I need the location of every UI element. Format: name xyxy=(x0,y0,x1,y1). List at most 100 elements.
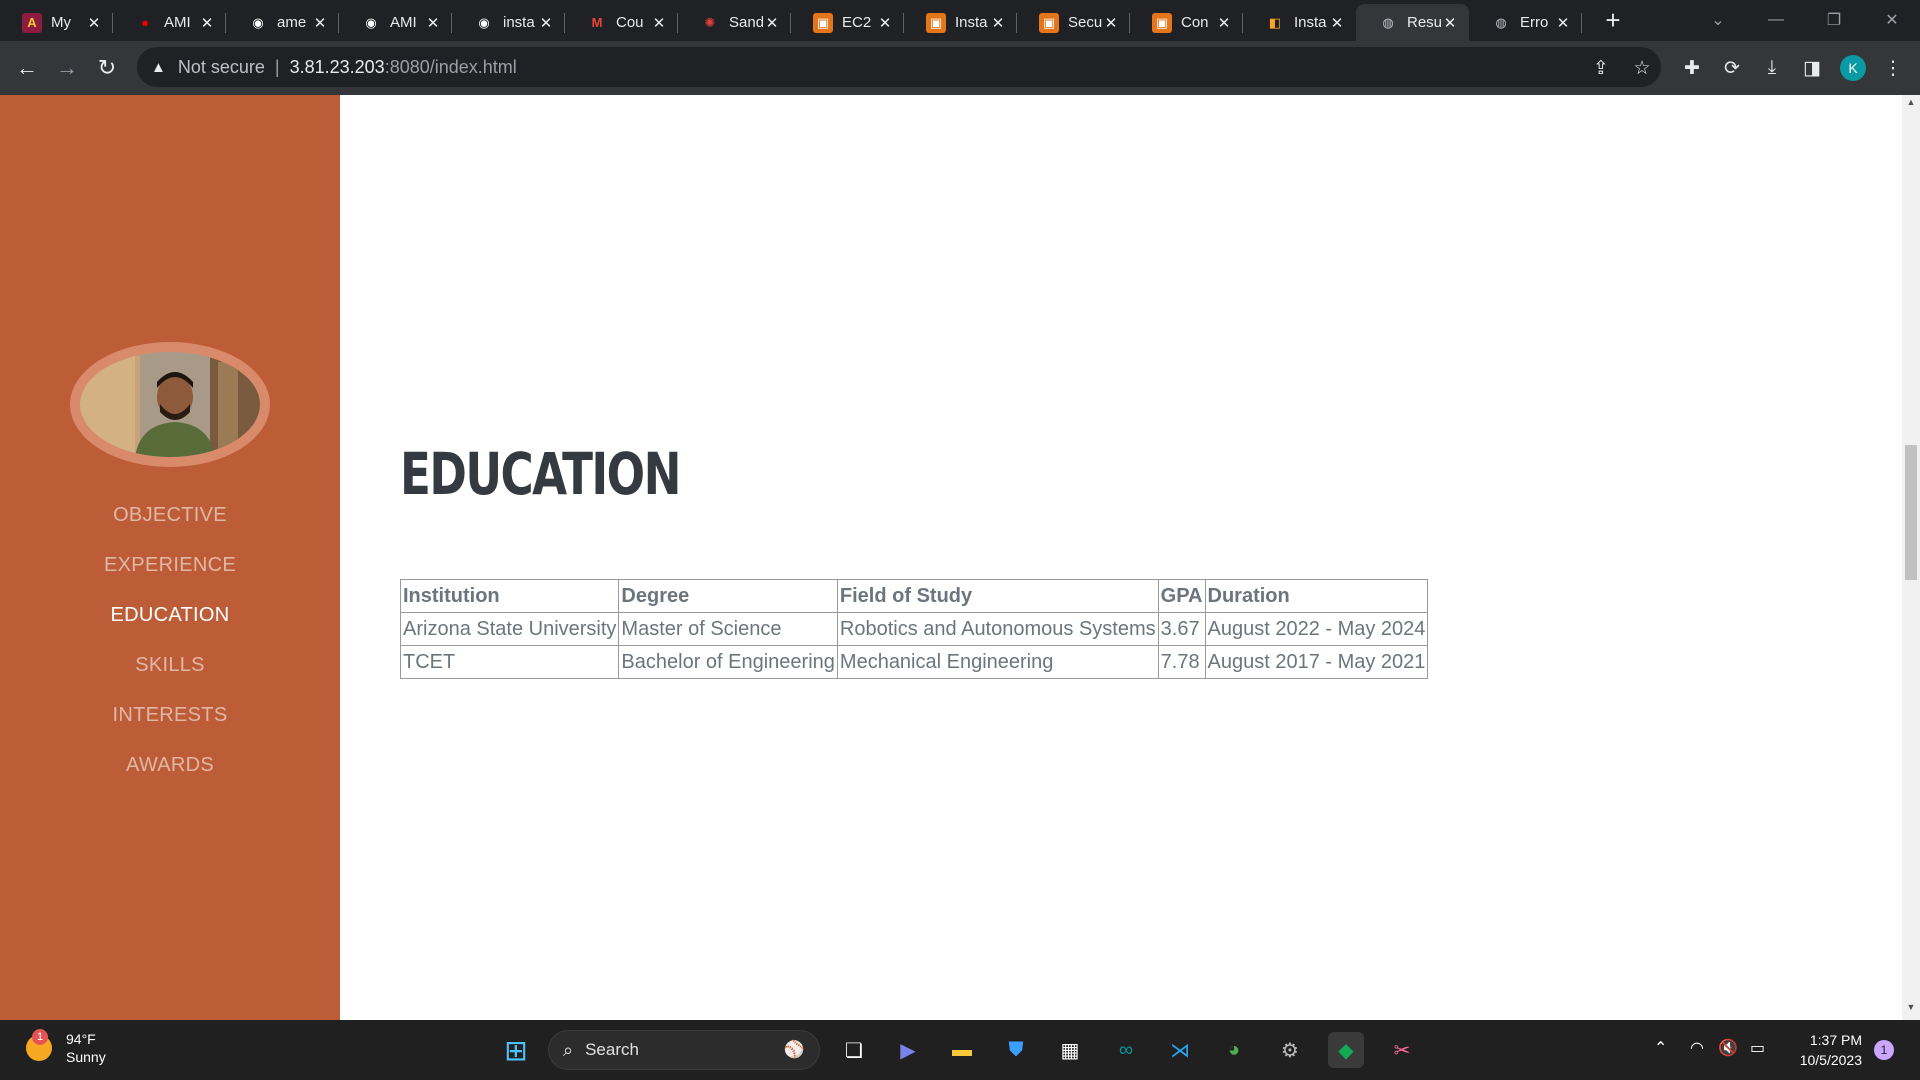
tab-close-icon[interactable]: ✕ xyxy=(1441,14,1459,32)
warning-icon[interactable]: ▲ xyxy=(151,59,166,76)
restore-button[interactable]: ❐ xyxy=(1806,0,1862,40)
browser-tab[interactable]: ▣ Secu ✕ xyxy=(1017,4,1130,41)
redhat-icon: ● xyxy=(141,15,149,30)
close-window-button[interactable]: ✕ xyxy=(1864,0,1920,40)
file-explorer-icon[interactable]: ▬ xyxy=(944,1032,980,1068)
profile-photo-frame xyxy=(70,342,270,467)
wifi-icon[interactable]: ◠ xyxy=(1690,1038,1704,1058)
volume-muted-icon[interactable]: 🔇 xyxy=(1718,1038,1738,1058)
page-scrollbar[interactable]: ▲ ▼ xyxy=(1902,95,1920,1020)
scrollbar-thumb[interactable] xyxy=(1905,445,1917,580)
tab-close-icon[interactable]: ✕ xyxy=(537,14,555,32)
browser-tab[interactable]: ✺ Sand ✕ xyxy=(678,4,791,41)
tab-title: Cou xyxy=(616,14,644,31)
column-header: GPA xyxy=(1157,579,1206,613)
battery-charging-icon[interactable]: ▭ xyxy=(1750,1038,1765,1058)
sidebar: OBJECTIVE EXPERIENCE EDUCATION SKILLS INTERE… xyxy=(0,95,340,1020)
nav-link-experience[interactable]: EXPERIENCE xyxy=(0,540,340,590)
microsoft-store-icon[interactable]: ▦ xyxy=(1052,1032,1088,1068)
table-cell: TCET xyxy=(399,645,620,679)
browser-tab[interactable]: ◧ Insta ✕ xyxy=(1243,4,1356,41)
teams-chat-icon[interactable]: ▶ xyxy=(890,1032,926,1068)
taskbar-search[interactable]: ⌕ Search ⚾ xyxy=(548,1030,820,1070)
tab-close-icon[interactable]: ✕ xyxy=(989,14,1007,32)
nav-link-education[interactable]: EDUCATION xyxy=(0,590,340,640)
notification-badge[interactable]: 1 xyxy=(1874,1040,1894,1060)
tab-close-icon[interactable]: ✕ xyxy=(424,14,442,32)
nav-link-objective[interactable]: OBJECTIVE xyxy=(0,490,340,540)
side-panel-icon[interactable]: ◨ xyxy=(1797,53,1827,83)
settings-gear-icon[interactable]: ⚙ xyxy=(1272,1032,1308,1068)
tab-close-icon[interactable]: ✕ xyxy=(1328,14,1346,32)
clock-date: 10/5/2023 xyxy=(1799,1052,1862,1068)
extensions-icon[interactable]: ✚ xyxy=(1677,53,1707,83)
tray-overflow-chevron-icon[interactable]: ⌃ xyxy=(1654,1038,1667,1058)
tab-title: Sand xyxy=(729,14,763,31)
tab-separator xyxy=(1581,13,1582,33)
profile-photo xyxy=(80,352,260,457)
tab-close-icon[interactable]: ✕ xyxy=(763,14,781,32)
browser-tab[interactable]: M Cou ✕ xyxy=(565,4,678,41)
azure-data-studio-icon[interactable]: ⛊ xyxy=(998,1032,1034,1068)
browser-tab[interactable]: ▣ Insta ✕ xyxy=(904,4,1017,41)
download-icon[interactable]: ⤓ xyxy=(1757,53,1787,83)
aws-ec2-icon: ▣ xyxy=(926,12,946,33)
bookmark-star-icon[interactable]: ☆ xyxy=(1627,53,1657,83)
extension-sync-icon[interactable]: ⟳ xyxy=(1717,53,1747,83)
system-clock[interactable]: 1:37 PM 10/5/2023 xyxy=(1784,1030,1862,1070)
browser-tab[interactable]: ◍ Erro ✕ xyxy=(1469,4,1582,41)
back-button[interactable]: ← xyxy=(10,51,44,85)
tab-close-icon[interactable]: ✕ xyxy=(876,14,894,32)
asu-icon: A xyxy=(22,12,42,33)
browser-tab[interactable]: ◉ AMI ✕ xyxy=(339,4,452,41)
menu-kebab-icon[interactable]: ⋮ xyxy=(1878,53,1908,83)
nav-link-awards[interactable]: AWARDS xyxy=(0,740,340,790)
tab-close-icon[interactable]: ✕ xyxy=(1554,14,1572,32)
browser-tab[interactable]: ▣ Con ✕ xyxy=(1130,4,1243,41)
taskbar-search-label: Search xyxy=(585,1040,639,1059)
task-view-icon[interactable]: ❏ xyxy=(836,1032,872,1068)
profile-avatar[interactable]: K xyxy=(1840,55,1866,81)
weather-badge: 1 xyxy=(32,1029,48,1045)
tab-close-icon[interactable]: ✕ xyxy=(650,14,668,32)
tab-close-icon[interactable]: ✕ xyxy=(85,14,103,32)
tab-search-chevron-icon[interactable]: ⌄ xyxy=(1690,0,1746,40)
new-tab-button[interactable]: + xyxy=(1598,6,1628,36)
browser-tab[interactable]: ◍ Resu ✕ xyxy=(1356,4,1469,41)
tab-close-icon[interactable]: ✕ xyxy=(1102,14,1120,32)
mongodb-compass-icon[interactable]: ◆ xyxy=(1328,1032,1364,1068)
tab-close-icon[interactable]: ✕ xyxy=(1215,14,1233,32)
vscode-icon[interactable]: ⋊ xyxy=(1162,1032,1198,1068)
snipping-tool-icon[interactable]: ✂ xyxy=(1384,1032,1420,1068)
forward-button[interactable]: → xyxy=(50,51,84,85)
browser-tab[interactable]: ▣ EC2 ✕ xyxy=(791,4,904,41)
weather-condition: Sunny xyxy=(66,1049,106,1065)
arduino-icon[interactable]: ∞ xyxy=(1108,1032,1144,1068)
tab-close-icon[interactable]: ✕ xyxy=(311,14,329,32)
chrome-icon[interactable]: ◕ xyxy=(1216,1032,1252,1068)
browser-tab[interactable]: ● AMI ✕ xyxy=(113,4,226,41)
tab-title: Secu xyxy=(1068,14,1102,31)
weather-widget[interactable]: 1 94°F Sunny xyxy=(26,1029,106,1066)
scroll-up-arrow-icon[interactable]: ▲ xyxy=(1902,97,1920,113)
scroll-down-arrow-icon[interactable]: ▼ xyxy=(1902,1002,1920,1018)
browser-tab[interactable]: ◉ insta ✕ xyxy=(452,4,565,41)
table-cell: 7.78 xyxy=(1157,645,1206,679)
reload-button[interactable]: ↻ xyxy=(90,51,124,85)
url-host: 3.81.23.203 xyxy=(289,56,385,77)
nav-link-interests[interactable]: INTERESTS xyxy=(0,690,340,740)
search-highlight-icon: ⚾ xyxy=(783,1040,805,1059)
browser-tab[interactable]: A My ✕ xyxy=(0,4,113,41)
windows-start-icon[interactable]: ⊞ xyxy=(498,1032,534,1068)
share-icon[interactable]: ⇪ xyxy=(1586,53,1616,83)
address-bar[interactable]: ▲ Not secure | 3.81.23.203 :8080/index.h… xyxy=(137,47,1661,87)
search-icon: ⌕ xyxy=(563,1039,574,1060)
tab-close-icon[interactable]: ✕ xyxy=(198,14,216,32)
tab-title: AMI xyxy=(390,14,417,31)
minimize-button[interactable]: — xyxy=(1748,0,1804,40)
browser-tab[interactable]: ◉ ame ✕ xyxy=(226,4,339,41)
security-label: Not secure xyxy=(177,56,265,77)
column-header: Institution xyxy=(399,579,620,613)
address-divider: | xyxy=(274,56,280,77)
nav-link-skills[interactable]: SKILLS xyxy=(0,640,340,690)
